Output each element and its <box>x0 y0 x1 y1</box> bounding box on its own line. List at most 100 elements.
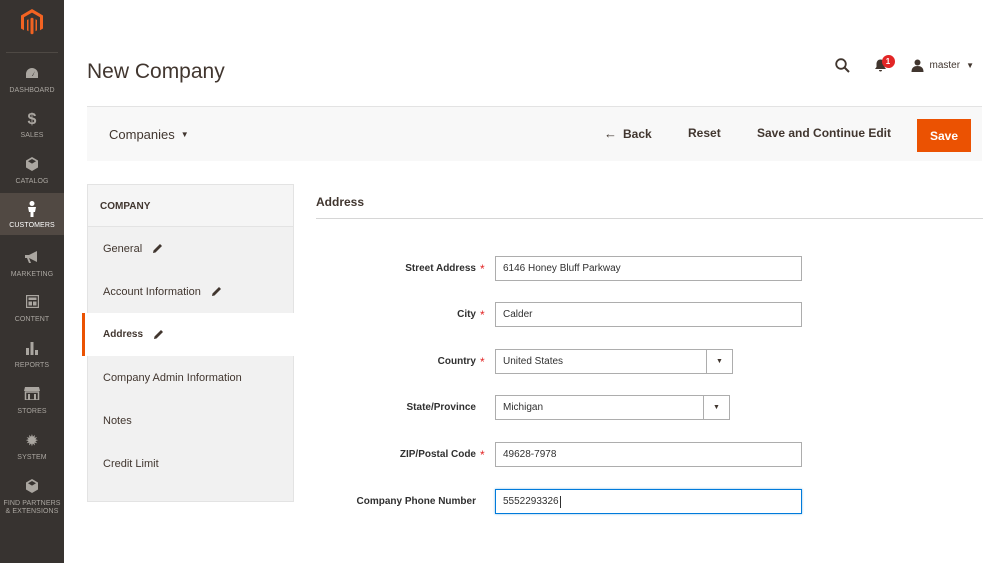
tab-label: General <box>103 242 143 255</box>
nav-label: SALES <box>20 132 44 139</box>
zip-postal-code-input[interactable]: 49628-7978 <box>495 442 802 467</box>
tab-credit-limit[interactable]: Credit Limit <box>88 442 293 485</box>
nav-label-line1: FIND PARTNERS <box>3 500 61 507</box>
user-menu[interactable]: master ▼ <box>911 59 974 72</box>
user-name: master <box>929 60 961 71</box>
city-input[interactable]: Calder <box>495 302 802 327</box>
state-province-select[interactable]: Michigan ▼ <box>495 395 730 420</box>
back-button[interactable]: ← Back <box>604 126 652 141</box>
tab-label: Address <box>103 329 144 340</box>
field-label: State/Province <box>406 402 476 413</box>
person-icon <box>0 201 64 219</box>
tab-address[interactable]: Address <box>82 313 294 356</box>
nav-label: REPORTS <box>14 362 50 369</box>
box-icon <box>0 479 64 497</box>
pencil-icon <box>153 244 163 253</box>
store-icon <box>0 387 64 405</box>
section-divider <box>316 218 983 219</box>
nav-label: DASHBOARD <box>9 87 55 94</box>
chevron-down-icon: ▼ <box>966 61 974 70</box>
company-phone-field: Company Phone Number 5552293326 <box>316 489 806 515</box>
gear-icon: ✹ <box>25 433 39 450</box>
company-tabs: COMPANY General Account Information Addr… <box>82 184 294 502</box>
chevron-down-icon: ▼ <box>703 396 729 419</box>
nav-item-sales[interactable]: $ SALES <box>0 111 64 140</box>
required-marker: * <box>480 355 485 369</box>
companies-switcher[interactable]: Companies ▼ <box>109 127 189 142</box>
text-cursor <box>559 495 561 508</box>
nav-label: CONTENT <box>14 316 50 323</box>
tab-label: Notes <box>103 414 132 427</box>
nav-item-stores[interactable]: STORES <box>0 387 64 416</box>
caret-down-icon: ▼ <box>180 130 189 139</box>
street-address-field: Street Address * 6146 Honey Bluff Parkwa… <box>316 256 806 282</box>
search-icon <box>834 58 850 73</box>
tab-label: Account Information <box>103 285 201 298</box>
nav-label: CATALOG <box>15 178 49 185</box>
nav-label: CUSTOMERS <box>9 222 55 229</box>
nav-label: SYSTEM <box>17 454 47 461</box>
nav-label: MARKETING <box>10 271 54 278</box>
required-marker: * <box>480 448 485 462</box>
nav-divider <box>6 52 58 53</box>
nav-label-line2: & EXTENSIONS <box>5 508 59 515</box>
field-label: ZIP/Postal Code <box>399 449 476 460</box>
chevron-down-icon: ▼ <box>706 350 732 373</box>
magento-logo-icon <box>21 9 43 35</box>
page-actions-bar: Companies ▼ ← Back Reset Save and Contin… <box>87 106 982 161</box>
dollar-icon: $ <box>27 111 37 128</box>
field-label: Street Address <box>405 263 476 274</box>
user-icon <box>911 59 924 72</box>
phone-value: 5552293326 <box>503 496 559 507</box>
dashboard-icon <box>0 66 64 84</box>
nav-item-catalog[interactable]: CATALOG <box>0 157 64 186</box>
company-phone-input[interactable]: 5552293326 <box>495 489 802 514</box>
tab-label: Credit Limit <box>103 457 159 470</box>
field-label: City <box>457 309 476 320</box>
switcher-label: Companies <box>109 127 175 142</box>
tab-account-information[interactable]: Account Information <box>88 270 293 313</box>
field-label: Country <box>437 356 476 367</box>
tab-general[interactable]: General <box>88 227 293 270</box>
nav-item-customers[interactable]: CUSTOMERS <box>0 193 64 235</box>
nav-item-reports[interactable]: REPORTS <box>0 341 64 370</box>
pencil-icon <box>211 287 221 296</box>
pencil-icon <box>154 330 164 339</box>
reset-button[interactable]: Reset <box>688 126 721 140</box>
save-and-continue-button[interactable]: Save and Continue Edit <box>757 126 891 140</box>
country-select[interactable]: United States ▼ <box>495 349 733 374</box>
section-title: Address <box>316 195 365 209</box>
tabs-heading: COMPANY <box>88 185 293 227</box>
tab-notes[interactable]: Notes <box>88 399 293 442</box>
admin-app: DASHBOARD $ SALES CATALOG CUSTOMERS MARK… <box>0 0 1000 563</box>
megaphone-icon <box>0 250 64 268</box>
nav-item-find-partners[interactable]: FIND PARTNERS & EXTENSIONS <box>0 479 64 516</box>
required-marker: * <box>480 262 485 276</box>
admin-sidebar: DASHBOARD $ SALES CATALOG CUSTOMERS MARK… <box>0 0 64 563</box>
nav-item-content[interactable]: CONTENT <box>0 294 64 324</box>
required-marker: * <box>480 308 485 322</box>
nav-item-dashboard[interactable]: DASHBOARD <box>0 66 64 95</box>
nav-item-system[interactable]: ✹ SYSTEM <box>0 433 64 462</box>
arrow-left-icon: ← <box>604 126 617 141</box>
state-select-value: Michigan <box>503 402 544 413</box>
nav-item-marketing[interactable]: MARKETING <box>0 250 64 279</box>
tab-company-admin-information[interactable]: Company Admin Information <box>88 356 293 399</box>
city-field: City * Calder <box>316 302 806 328</box>
bar-chart-icon <box>0 341 64 359</box>
save-button[interactable]: Save <box>917 119 971 152</box>
street-address-input[interactable]: 6146 Honey Bluff Parkway <box>495 256 802 281</box>
header-tools: 1 master ▼ <box>834 55 974 73</box>
country-field: Country * United States ▼ <box>316 349 806 375</box>
notifications-button[interactable]: 1 <box>874 55 895 72</box>
search-button[interactable] <box>834 58 850 73</box>
nav-label: STORES <box>17 408 47 415</box>
zip-postal-code-field: ZIP/Postal Code * 49628-7978 <box>316 442 806 468</box>
tab-label: Company Admin Information <box>103 371 242 384</box>
page-title: New Company <box>87 60 225 83</box>
field-label: Company Phone Number <box>356 496 476 507</box>
notification-count-badge: 1 <box>881 55 895 68</box>
magento-logo[interactable] <box>0 0 64 44</box>
nav-label: FIND PARTNERS & EXTENSIONS <box>0 500 64 516</box>
country-select-value: United States <box>503 356 564 367</box>
